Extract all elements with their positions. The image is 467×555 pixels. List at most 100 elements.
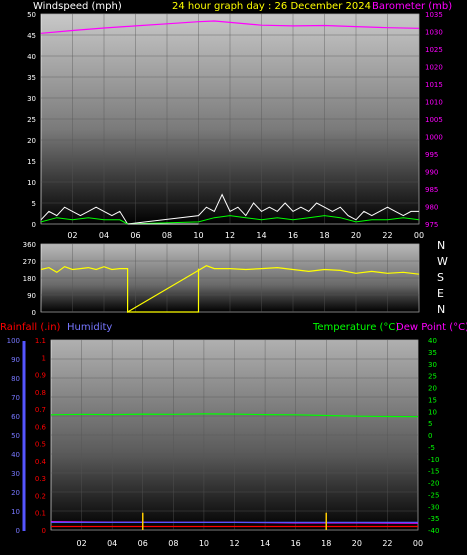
wind-tick-label: 45 [27,32,36,40]
humidity-tick-label: 100 [7,337,20,345]
wind-x-tick-label: 10 [193,231,203,240]
temperature-x-tick-label: 18 [321,539,331,548]
rain-tick-label: 0.2 [35,492,46,500]
temperature-tick-label: 10 [428,408,437,416]
windspeed-title: Windspeed (mph) [33,1,122,12]
dir-label-n2: N [437,303,445,316]
humidity-tick-label: 60 [11,413,20,421]
direction-tick-label: 180 [23,275,36,283]
wind-x-tick-label: 20 [351,231,361,240]
wind-x-tick-label: 22 [382,231,392,240]
direction-tick-label: 360 [23,241,36,249]
dewpoint-title: Dew Point (°C) [396,322,467,333]
rain-tick-label: 0.9 [35,372,46,380]
wind-x-tick-label: 04 [99,231,109,240]
temperature-x-tick-label: 10 [199,539,209,548]
barometer-tick-label: 1010 [425,99,443,107]
dir-label-w: W [437,255,448,268]
wind-x-tick-label: 14 [256,231,266,240]
humidity-tick-label: 40 [11,451,20,459]
temperature-x-tick-label: 00 [413,539,423,548]
temperature-tick-label: -40 [428,527,439,535]
wind-tick-label: 50 [27,11,36,19]
wind-tick-label: 5 [32,200,36,208]
humidity-title: Humidity [67,322,112,333]
temperature-tick-label: 30 [428,361,437,369]
barometer-tick-label: 980 [425,204,438,212]
graph-date-title: 24 hour graph day : 26 December 2024 [172,1,371,12]
wind-tick-label: 10 [27,179,36,187]
wind-tick-label: 25 [27,116,36,124]
humidity-tick-label: 20 [11,489,20,497]
temperature-tick-label: -15 [428,468,439,476]
temperature-tick-label: 40 [428,337,437,345]
temperature-x-tick-label: 02 [76,539,86,548]
humidity-tick-label: 50 [11,432,20,440]
rain-tick-label: 0.7 [35,406,46,414]
direction-tick-label: 270 [23,258,36,266]
temperature-tick-label: -35 [428,515,439,523]
temperature-x-tick-label: 20 [352,539,362,548]
direction-tick-label: 90 [27,292,36,300]
temperature-tick-label: 35 [428,349,437,357]
barometer-tick-label: 1025 [425,46,443,54]
barometer-tick-label: 995 [425,151,438,159]
wind-tick-label: 15 [27,158,36,166]
temperature-tick-label: -10 [428,456,439,464]
rain-tick-label: 0.6 [35,423,47,431]
rain-tick-label: 1 [42,354,46,362]
rain-tick-label: 0.5 [35,441,46,449]
temperature-x-tick-label: 08 [168,539,178,548]
temperature-tick-label: 20 [428,385,437,393]
wind-x-tick-label: 18 [319,231,329,240]
weather-graph-svg: Windspeed (mph) 24 hour graph day : 26 D… [0,1,467,548]
rainfall-title: Rainfall (.in) [0,322,61,333]
barometer-tick-label: 1015 [425,81,443,89]
temperature-tick-label: -20 [428,480,439,488]
temperature-tick-label: -5 [428,444,435,452]
temperature-x-tick-label: 06 [138,539,148,548]
rain-tick-label: 1.1 [35,337,46,345]
wind-x-tick-label: 12 [225,231,235,240]
temperature-tick-label: -30 [428,503,439,511]
dir-label-e: E [437,287,444,300]
wind-tick-label: 30 [27,95,36,103]
wind-tick-label: 40 [27,53,36,61]
wind-tick-label: 0 [32,221,36,229]
temperature-title: Temperature (°C) [312,322,399,333]
rain-tick-label: 0 [42,527,46,535]
wind-tick-label: 35 [27,74,36,82]
dir-label-n1: N [437,239,445,252]
barometer-tick-label: 990 [425,169,438,177]
rain-tick-label: 0.1 [35,510,46,518]
humidity-tick-label: 90 [11,356,20,364]
temperature-tick-label: 0 [428,432,432,440]
temperature-x-tick-label: 04 [107,539,117,548]
wind-x-tick-label: 00 [414,231,424,240]
barometer-tick-label: 1000 [425,134,443,142]
temperature-x-tick-label: 14 [260,539,270,548]
weather-graph: Windspeed (mph) 24 hour graph day : 26 D… [0,0,467,555]
temperature-tick-label: 25 [428,373,437,381]
wind-x-tick-label: 16 [288,231,298,240]
barometer-tick-label: 1035 [425,11,443,19]
barometer-tick-label: 1030 [425,29,443,37]
humidity-tick-label: 70 [11,394,20,402]
barometer-tick-label: 1020 [425,64,443,72]
dir-label-s: S [437,271,444,284]
humidity-tick-label: 30 [11,470,20,478]
temperature-tick-label: 5 [428,420,432,428]
temperature-x-tick-label: 12 [229,539,239,548]
temperature-tick-label: 15 [428,396,437,404]
temperature-tick-label: -25 [428,491,439,499]
wind-x-tick-label: 08 [162,231,172,240]
wind-x-tick-label: 06 [130,231,140,240]
barometer-tick-label: 975 [425,221,438,229]
humidity-tick-label: 10 [11,508,20,516]
wind-tick-label: 20 [27,137,36,145]
temperature-x-tick-label: 22 [382,539,392,548]
temperature-x-tick-label: 16 [291,539,301,548]
humidity-tick-label: 80 [11,375,20,383]
rain-tick-label: 0.3 [35,475,46,483]
barometer-tick-label: 985 [425,186,438,194]
